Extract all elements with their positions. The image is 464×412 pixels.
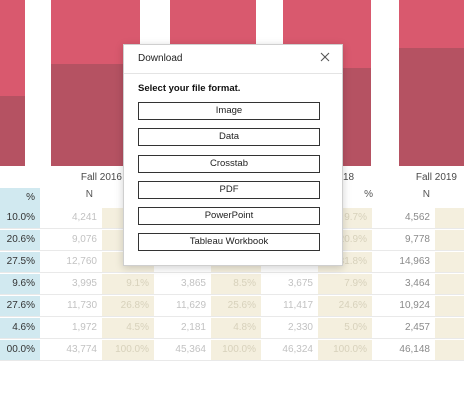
table-cell: 1,972 — [71, 322, 97, 333]
table-cell-pct-partial — [435, 252, 464, 272]
table-cell: 11,629 — [176, 300, 206, 311]
table-cell: 46,148 — [399, 344, 430, 355]
row-divider — [0, 316, 464, 317]
image-button[interactable]: Image — [138, 102, 320, 120]
close-icon[interactable] — [318, 50, 332, 64]
table-cell-pct-partial — [435, 340, 464, 360]
pdf-button[interactable]: PDF — [138, 181, 320, 199]
row-divider — [0, 360, 464, 361]
table-cell: 43,774 — [66, 344, 97, 355]
table-cell: 11,417 — [283, 300, 313, 311]
row-divider — [0, 294, 464, 295]
table-cell: 45,364 — [175, 344, 206, 355]
first-col-cell: 27.5% — [0, 252, 40, 272]
table-cell: 100.0% — [211, 340, 261, 360]
table-cell: 11,730 — [67, 300, 97, 311]
pct-header: % — [364, 189, 373, 200]
table-cell-pct-partial — [435, 318, 464, 338]
table-cell: 2,330 — [287, 322, 313, 333]
row-divider — [0, 272, 464, 273]
semester-header-18: 18 — [343, 172, 355, 183]
dialog-separator — [124, 73, 342, 74]
table-cell-pct-partial — [435, 230, 464, 250]
table-cell: 25.6% — [211, 296, 261, 316]
chart-bar — [0, 0, 25, 166]
table-cell: 4.8% — [211, 318, 261, 338]
n-header: N — [85, 189, 93, 200]
table-cell: 14,963 — [399, 256, 430, 267]
table-cell: 3,865 — [180, 278, 206, 289]
dialog-title: Download — [138, 53, 183, 64]
table-cell: 2,457 — [404, 322, 430, 333]
table-cell: 4,562 — [404, 212, 430, 223]
table-cell: 2,181 — [180, 322, 206, 333]
table-cell: 9,778 — [404, 234, 430, 245]
first-col-cell: 27.6% — [0, 296, 40, 316]
table-cell: 100.0% — [318, 340, 372, 360]
table-cell: 4.5% — [102, 318, 154, 338]
table-cell-pct-partial — [435, 296, 464, 316]
first-col-cell: 00.0% — [0, 340, 40, 360]
tableau-workbook-button[interactable]: Tableau Workbook — [138, 233, 320, 251]
n-header-2019: N — [422, 189, 430, 200]
chart-bar — [399, 0, 464, 166]
table-cell: 26.8% — [102, 296, 154, 316]
table-cell: 8.5% — [211, 274, 261, 294]
powerpoint-button[interactable]: PowerPoint — [138, 207, 320, 225]
download-dialog: Download Select your file format. Image … — [123, 44, 343, 266]
table-cell: 3,995 — [71, 278, 97, 289]
table-cell: 9,076 — [71, 234, 97, 245]
first-col-header: % — [0, 188, 40, 208]
dialog-prompt: Select your file format. — [138, 83, 241, 94]
semester-header-fall-2019: Fall 2019 — [415, 172, 457, 183]
chart-bar-segment — [399, 48, 464, 166]
data-button[interactable]: Data — [138, 128, 320, 146]
table-cell: 7.9% — [318, 274, 372, 294]
row-divider — [0, 338, 464, 339]
table-cell: 3,675 — [287, 278, 313, 289]
first-col-cell: 9.6% — [0, 274, 40, 294]
table-cell: 12,760 — [66, 256, 97, 267]
chart-bar-segment — [0, 96, 25, 166]
first-col-cell: 4.6% — [0, 318, 40, 338]
table-cell: 3,464 — [404, 278, 430, 289]
table-cell: 100.0% — [102, 340, 154, 360]
table-cell: 4,241 — [71, 212, 97, 223]
first-col-cell: 10.0% — [0, 208, 40, 228]
first-col-cell: 20.6% — [0, 230, 40, 250]
table-cell: 5.0% — [318, 318, 372, 338]
table-cell: 9.1% — [102, 274, 154, 294]
semester-header-fall-2016: Fall 2016 — [80, 172, 122, 183]
table-cell-pct-partial — [435, 274, 464, 294]
table-cell: 46,324 — [282, 344, 313, 355]
table-cell-pct-partial — [435, 208, 464, 228]
crosstab-button[interactable]: Crosstab — [138, 155, 320, 173]
table-cell: 10,924 — [399, 300, 430, 311]
table-cell: 24.6% — [318, 296, 372, 316]
